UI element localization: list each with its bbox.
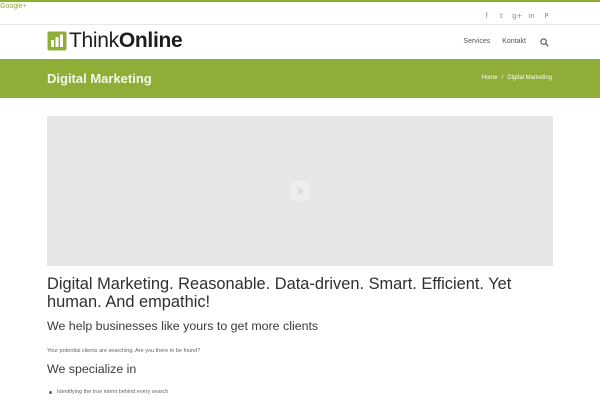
breadcrumb: Home / Digital Marketing — [482, 74, 552, 83]
google-plus-icon[interactable]: g+ — [512, 11, 522, 21]
specialize-list: Identifying the true intent behind every… — [49, 388, 168, 397]
title-bar: Digital Marketing Home / Digital Marketi… — [0, 59, 600, 98]
video-placeholder[interactable] — [47, 116, 553, 266]
play-icon[interactable] — [290, 181, 310, 201]
site-logo[interactable]: ThinkOnline — [47, 29, 183, 52]
breadcrumb-current: Digital Marketing — [507, 75, 552, 81]
list-item-text: Identifying the true intent behind every… — [57, 389, 169, 395]
nav-contact[interactable]: Kontakt — [502, 37, 526, 47]
list-item: Identifying the true intent behind every… — [49, 388, 168, 397]
intro-text: Your potential clients are searching. Ar… — [47, 348, 201, 354]
top-accent-line — [0, 0, 600, 2]
specialize-heading: We specialize in — [47, 362, 137, 376]
main-heading: Digital Marketing. Reasonable. Data-driv… — [47, 275, 512, 311]
main-nav: Services Kontakt — [451, 37, 549, 47]
logo-online: Online — [118, 29, 183, 52]
breadcrumb-home[interactable]: Home — [482, 74, 498, 83]
facebook-icon[interactable]: f — [482, 11, 491, 21]
bullet-icon — [49, 391, 52, 394]
page-title: Digital Marketing — [47, 71, 152, 86]
social-icons: f 𝕥 g+ in P — [482, 11, 551, 21]
search-icon[interactable] — [540, 37, 549, 47]
breadcrumb-separator: / — [501, 75, 504, 81]
logo-think: Think — [69, 29, 119, 52]
linkedin-icon[interactable]: in — [527, 11, 536, 21]
social-bar: f 𝕥 g+ in P — [0, 9, 600, 25]
site-header: ThinkOnline Services Kontakt — [0, 25, 600, 59]
logo-chart-icon — [47, 31, 67, 51]
nav-services[interactable]: Services — [463, 37, 490, 47]
sub-heading: We help businesses like yours to get mor… — [47, 319, 319, 333]
twitter-icon[interactable]: 𝕥 — [497, 11, 506, 21]
pinterest-icon[interactable]: P — [542, 11, 551, 21]
logo-text: ThinkOnline — [69, 29, 183, 52]
